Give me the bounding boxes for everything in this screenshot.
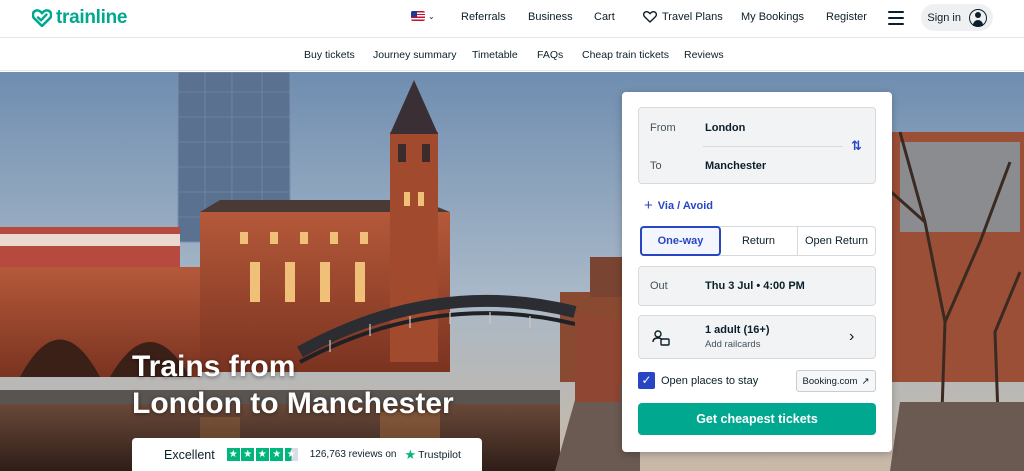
subnav-cheap-train-tickets[interactable]: Cheap train tickets	[582, 49, 669, 61]
subnav-timetable[interactable]: Timetable	[472, 49, 518, 61]
from-value[interactable]: London	[705, 122, 745, 134]
nav-cart[interactable]: Cart	[594, 11, 615, 23]
heart-logo-icon	[32, 9, 52, 27]
subnav-faqs[interactable]: FAQs	[537, 49, 563, 61]
trustpilot-widget[interactable]: Excellent ★ ★ ★ ★ ★ 126,763 reviews on ★…	[132, 438, 482, 471]
add-railcards-label: Add railcards	[705, 339, 761, 350]
external-link-icon: ↗	[861, 375, 870, 387]
sign-in-button[interactable]: Sign in	[921, 4, 993, 31]
us-flag-icon	[411, 11, 425, 21]
out-value: Thu 3 Jul • 4:00 PM	[705, 280, 805, 292]
nav-travel-plans[interactable]: Travel Plans	[643, 11, 723, 23]
top-header: trainline ⌄ Referrals Business Cart Trav…	[0, 0, 1024, 38]
from-row[interactable]: From London	[650, 122, 745, 134]
brand-name: trainline	[56, 7, 128, 28]
open-places-option[interactable]: ✓ Open places to stay	[638, 372, 758, 389]
menu-icon[interactable]	[888, 11, 904, 25]
from-to-divider	[703, 146, 843, 147]
chevron-right-icon: ›	[849, 328, 855, 345]
outbound-datetime-field[interactable]: Out Thu 3 Jul • 4:00 PM	[638, 266, 876, 306]
booking-com-label: Booking.com	[802, 375, 858, 387]
trustpilot-rating-label: Excellent	[164, 447, 215, 462]
via-avoid-label: Via / Avoid	[657, 199, 713, 212]
star-icon: ★	[226, 448, 240, 461]
out-label: Out	[650, 280, 668, 292]
from-to-field[interactable]: From London To Manchester ⇅	[638, 107, 876, 184]
sign-in-label: Sign in	[927, 11, 961, 24]
subnav-buy-tickets[interactable]: Buy tickets	[304, 49, 355, 61]
trip-type-toggle: One-way Return Open Return	[640, 226, 876, 256]
nav-business[interactable]: Business	[528, 11, 573, 23]
plus-icon: +	[644, 197, 653, 214]
star-icon: ★	[270, 448, 284, 461]
hero-title: Trains from London to Manchester	[132, 348, 454, 422]
trip-open-return[interactable]: Open Return	[798, 227, 875, 255]
nav-travel-plans-label: Travel Plans	[662, 11, 723, 23]
trip-one-way[interactable]: One-way	[640, 226, 721, 256]
trustpilot-brand: ★ Trustpilot	[404, 447, 460, 463]
swap-stations-icon[interactable]: ⇅	[851, 138, 862, 154]
star-icon: ★	[241, 448, 255, 461]
via-avoid-link[interactable]: + Via / Avoid	[644, 198, 713, 213]
trip-return[interactable]: Return	[720, 227, 798, 255]
nav-referrals[interactable]: Referrals	[461, 11, 506, 23]
booking-com-link[interactable]: Booking.com ↗	[796, 370, 876, 392]
journey-search-panel: From London To Manchester ⇅ + Via / Avoi…	[622, 92, 892, 452]
nav-register[interactable]: Register	[826, 11, 867, 23]
user-avatar-icon	[969, 8, 987, 27]
get-cheapest-tickets-button[interactable]: Get cheapest tickets	[638, 403, 876, 435]
subnav-reviews[interactable]: Reviews	[684, 49, 724, 61]
half-star-icon: ★	[284, 448, 298, 461]
star-icon: ★	[255, 448, 269, 461]
passengers-icon	[652, 330, 670, 346]
to-value[interactable]: Manchester	[705, 160, 766, 172]
nav-my-bookings[interactable]: My Bookings	[741, 11, 804, 23]
hero-title-line1: Trains from	[132, 350, 296, 383]
subnav-journey-summary[interactable]: Journey summary	[373, 49, 456, 61]
heart-icon	[643, 11, 657, 23]
trustpilot-review-count: 126,763 reviews on	[309, 449, 397, 460]
trustpilot-stars: ★ ★ ★ ★ ★	[226, 448, 298, 461]
chevron-down-icon: ⌄	[428, 11, 435, 21]
hero-title-line2: London to Manchester	[132, 387, 454, 420]
trustpilot-brand-name: Trustpilot	[418, 448, 461, 461]
trustpilot-star-icon: ★	[404, 446, 417, 462]
to-row[interactable]: To Manchester	[650, 160, 766, 172]
sub-navigation: Buy tickets Journey summary Timetable FA…	[0, 38, 1024, 71]
locale-selector[interactable]: ⌄	[411, 11, 435, 21]
trainline-logo[interactable]: trainline	[32, 7, 128, 29]
open-places-label: Open places to stay	[661, 374, 759, 387]
open-places-checkbox[interactable]: ✓	[638, 372, 655, 389]
to-label: To	[650, 160, 662, 172]
passengers-text: 1 adult (16+) Add railcards	[705, 324, 770, 350]
from-label: From	[650, 122, 676, 134]
passengers-field[interactable]: 1 adult (16+) Add railcards ›	[638, 315, 876, 359]
passengers-summary: 1 adult (16+)	[705, 324, 770, 336]
